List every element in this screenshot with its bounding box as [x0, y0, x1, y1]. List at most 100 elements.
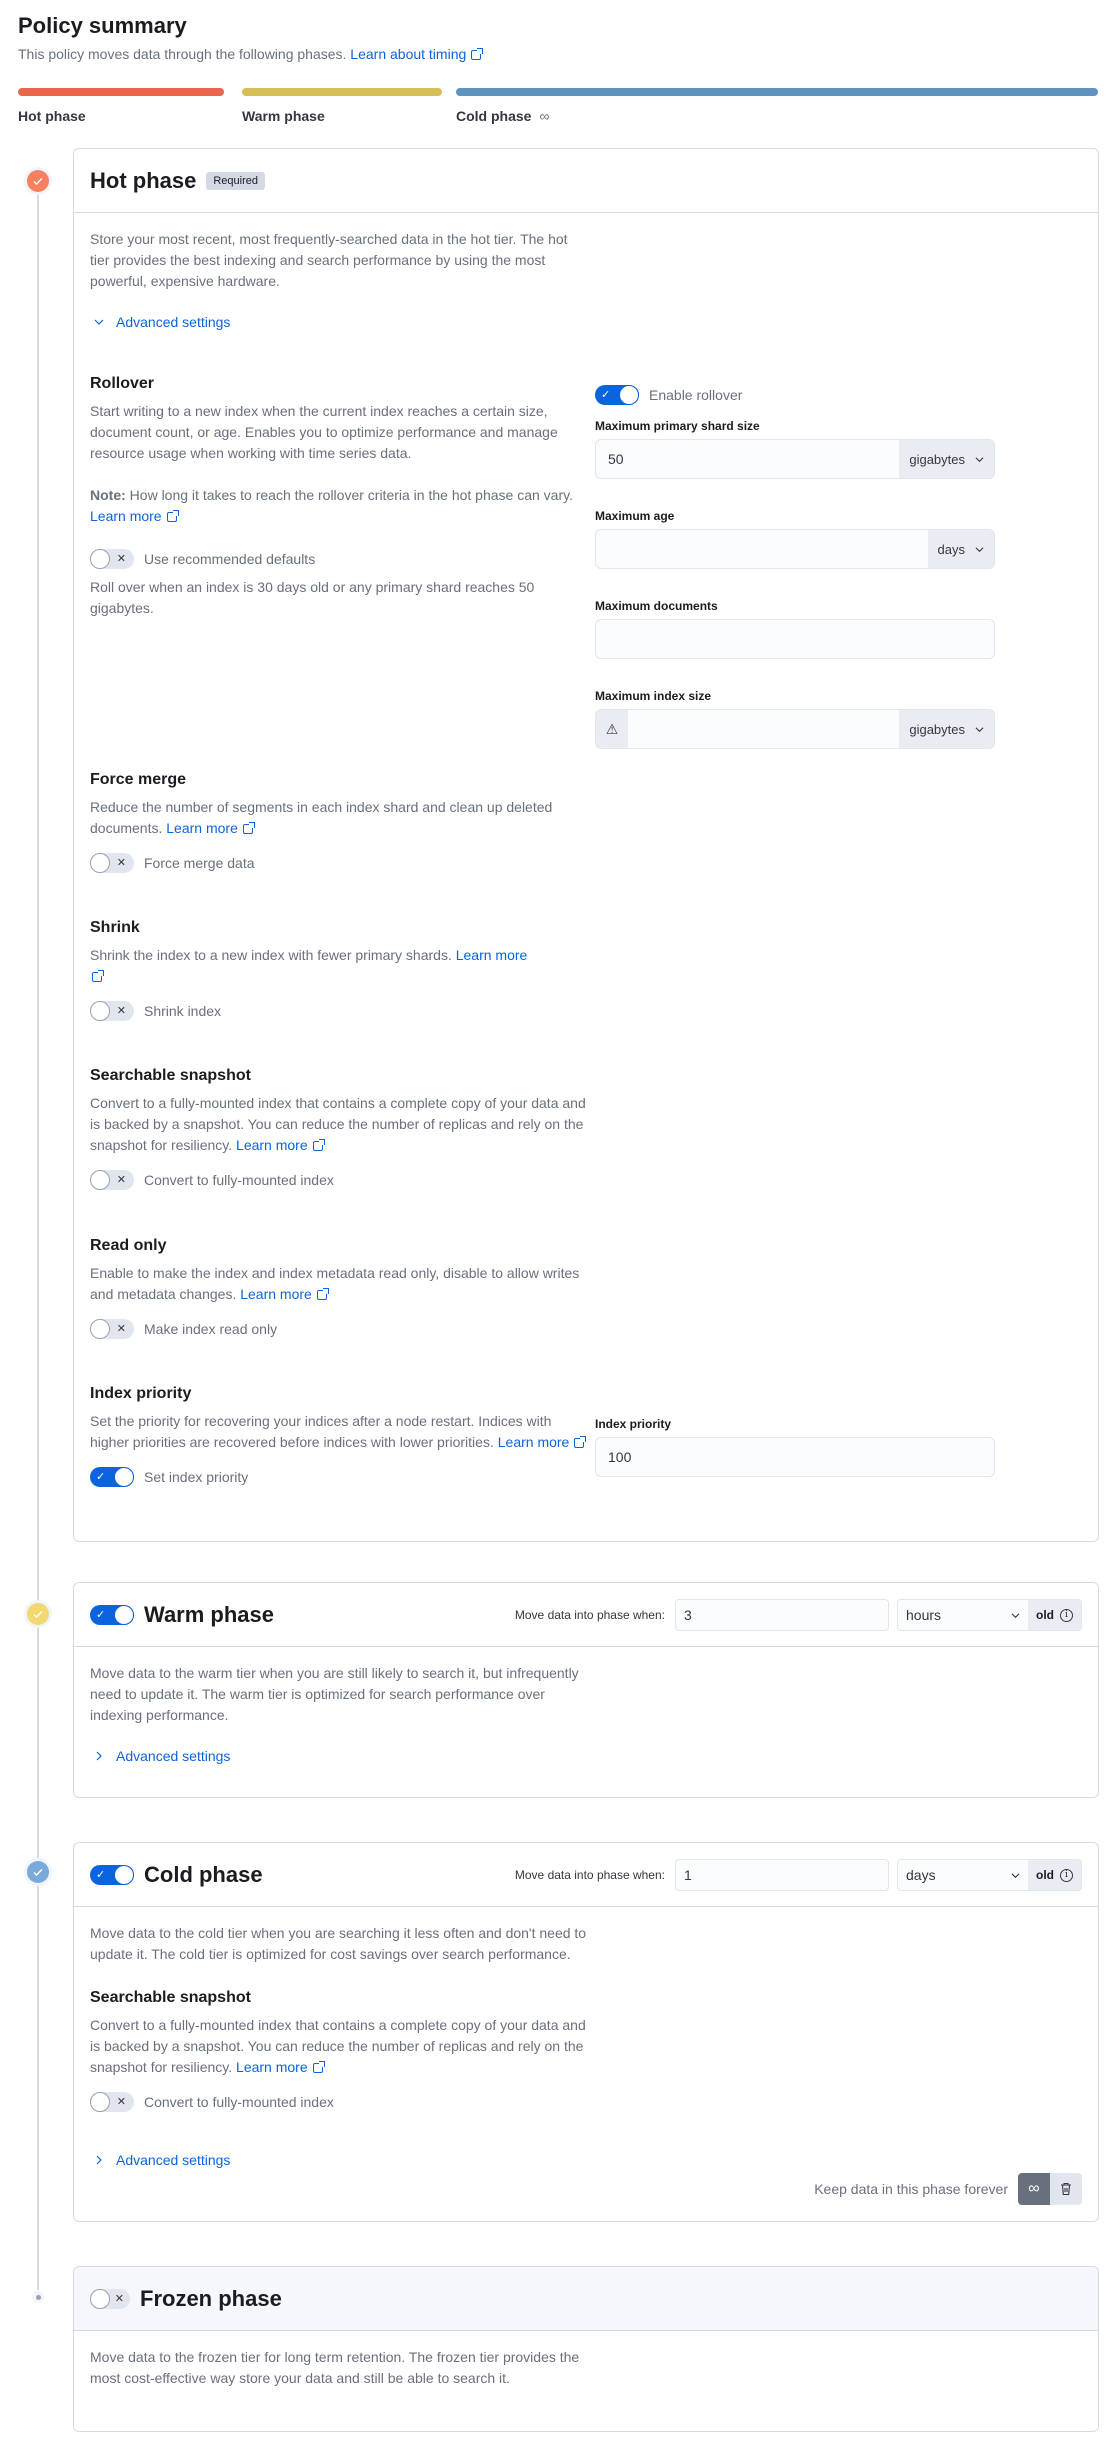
- shrink-section: Shrink Shrink the index to a new index w…: [90, 919, 590, 1021]
- max-primary-shard-size-input[interactable]: 50: [596, 440, 899, 478]
- rollover-learn-more-link[interactable]: Learn more: [90, 508, 179, 524]
- learn-about-timing-link[interactable]: Learn about timing: [350, 46, 484, 62]
- hot-phase-description: Store your most recent, most frequently-…: [90, 231, 568, 289]
- max-documents-field[interactable]: [595, 619, 995, 659]
- cross-icon: ✕: [116, 1005, 126, 1017]
- frozen-phase-title: Frozen phase: [140, 2285, 282, 2311]
- warm-phase-bar: [242, 88, 442, 96]
- chevron-right-icon: [96, 1751, 102, 1761]
- hot-phase-status-icon: [24, 167, 52, 195]
- rollover-title: Rollover: [90, 375, 155, 392]
- external-link-icon: [471, 48, 484, 60]
- cold-timing-value-input[interactable]: 1: [675, 1859, 889, 1891]
- max-index-size-field[interactable]: ⚠ gigabytes: [595, 709, 995, 749]
- force-merge-switch[interactable]: ✕ Force merge data: [90, 853, 590, 873]
- warm-phase-enable-switch[interactable]: ✓: [90, 1604, 134, 1625]
- warm-timing-unit-select[interactable]: hours: [898, 1600, 1028, 1630]
- cold-phase-bar: [456, 88, 1098, 96]
- max-primary-shard-size-unit-select[interactable]: gigabytes: [899, 440, 994, 478]
- searchable-snapshot-learn-more-link[interactable]: Learn more: [236, 1137, 325, 1153]
- check-icon: ✓: [601, 389, 611, 401]
- rollover-section: Rollover Start writing to a new index wh…: [90, 375, 590, 619]
- read-only-switch[interactable]: ✕ Make index read only: [90, 1319, 590, 1339]
- cold-searchable-snapshot-section: Searchable snapshot Convert to a fully-m…: [90, 1989, 1082, 2112]
- check-icon: ✓: [96, 1608, 106, 1621]
- cold-phase-panel: ✓ Cold phase Move data into phase when: …: [73, 1842, 1099, 2222]
- searchable-snapshot-switch[interactable]: ✕ Convert to fully-mounted index: [90, 1170, 590, 1190]
- max-age-unit-select[interactable]: days: [927, 530, 994, 568]
- max-age-field[interactable]: days: [595, 529, 995, 569]
- info-icon[interactable]: i: [1060, 1608, 1073, 1622]
- enable-rollover-switch[interactable]: ✓ Enable rollover: [595, 385, 995, 405]
- cold-phase-enable-switch[interactable]: ✓: [90, 1864, 134, 1885]
- check-icon: [33, 178, 43, 185]
- searchable-snapshot-section: Searchable snapshot Convert to a fully-m…: [90, 1067, 590, 1190]
- external-link-icon: [316, 1288, 329, 1300]
- shrink-switch[interactable]: ✕ Shrink index: [90, 1001, 590, 1021]
- summary-title: Policy summary: [18, 13, 187, 38]
- warm-phase-header: ✓ Warm phase Move data into phase when: …: [74, 1583, 1098, 1647]
- cold-phase-header: ✓ Cold phase Move data into phase when: …: [74, 1843, 1098, 1907]
- force-merge-section: Force merge Reduce the number of segment…: [90, 771, 590, 873]
- frozen-phase-header: ✕ Frozen phase: [74, 2267, 1098, 2331]
- frozen-phase-description: Move data to the frozen tier for long te…: [90, 2349, 580, 2386]
- hot-phase-title: Hot phase: [90, 167, 197, 193]
- hot-phase-bar-label: Hot phase: [18, 108, 86, 124]
- keep-forever-button[interactable]: ∞: [1018, 2173, 1050, 2205]
- cross-icon: ✕: [114, 2292, 124, 2305]
- infinity-icon: ∞: [1028, 2180, 1040, 2197]
- index-priority-switch[interactable]: ✓ Set index priority: [90, 1467, 590, 1487]
- hot-phase-bar: [18, 88, 224, 96]
- chevron-right-icon: [96, 2155, 102, 2165]
- cross-icon: ✕: [116, 2096, 126, 2108]
- index-priority-learn-more-link[interactable]: Learn more: [498, 1434, 587, 1450]
- cold-phase-title: Cold phase: [144, 1861, 263, 1887]
- force-merge-learn-more-link[interactable]: Learn more: [166, 820, 255, 836]
- index-priority-field[interactable]: 100: [595, 1437, 995, 1477]
- delete-phase-button[interactable]: [1050, 2173, 1082, 2205]
- infinity-icon: ∞: [539, 108, 550, 124]
- max-primary-shard-size-field[interactable]: 50 gigabytes: [595, 439, 995, 479]
- external-link-icon: [92, 970, 104, 982]
- frozen-phase-enable-switch[interactable]: ✕: [90, 2288, 130, 2309]
- cold-searchable-snapshot-learn-more-link[interactable]: Learn more: [236, 2059, 325, 2075]
- hot-phase-panel: Hot phase Required Store your most recen…: [73, 148, 1099, 1542]
- rollover-description: Start writing to a new index when the cu…: [90, 403, 558, 461]
- external-link-icon: [574, 1436, 587, 1448]
- max-index-size-input[interactable]: [628, 710, 899, 748]
- cross-icon: ✕: [116, 857, 126, 869]
- rollover-fields: ✓ Enable rollover Maximum primary shard …: [595, 385, 995, 749]
- warm-timing-value-input[interactable]: 3: [675, 1599, 889, 1631]
- required-badge: Required: [206, 171, 265, 190]
- frozen-phase-panel: ✕ Frozen phase Move data to the frozen t…: [73, 2266, 1099, 2432]
- chevron-down-icon: [1011, 1612, 1020, 1618]
- policy-summary: Policy summary This policy moves data th…: [18, 12, 1098, 62]
- max-index-size-unit-select[interactable]: gigabytes: [899, 710, 994, 748]
- chevron-down-icon: [975, 456, 984, 462]
- cold-timing-unit-select[interactable]: days: [898, 1860, 1028, 1890]
- warm-phase-status-icon: [24, 1600, 52, 1628]
- use-recommended-defaults-switch[interactable]: ✕ Use recommended defaults: [90, 549, 590, 569]
- cold-phase-status-icon: [24, 1858, 52, 1886]
- info-icon[interactable]: i: [1060, 1868, 1073, 1882]
- check-icon: ✓: [96, 1868, 106, 1881]
- external-link-icon: [312, 2061, 325, 2073]
- phase-bars: Hot phase Warm phase Cold phase ∞: [18, 88, 1098, 128]
- external-link-icon: [242, 822, 255, 834]
- check-icon: [33, 1869, 43, 1876]
- cross-icon: ✕: [116, 553, 126, 565]
- external-link-icon: [166, 510, 179, 522]
- warm-phase-panel: ✓ Warm phase Move data into phase when: …: [73, 1582, 1099, 1798]
- max-documents-input[interactable]: [596, 620, 994, 658]
- cross-icon: ✕: [116, 1323, 126, 1335]
- check-icon: [33, 1611, 43, 1618]
- warm-advanced-settings-toggle[interactable]: Advanced settings: [90, 1748, 1082, 1764]
- trash-icon: [1061, 2182, 1071, 2196]
- hot-advanced-settings-toggle[interactable]: Advanced settings: [90, 314, 1082, 330]
- cold-searchable-snapshot-switch[interactable]: ✕ Convert to fully-mounted index: [90, 2092, 1082, 2112]
- cold-advanced-settings-toggle[interactable]: Advanced settings: [90, 2152, 1082, 2168]
- max-age-input[interactable]: [596, 530, 928, 568]
- rollover-note: Note: How long it takes to reach the rol…: [90, 487, 573, 524]
- read-only-learn-more-link[interactable]: Learn more: [240, 1286, 329, 1302]
- index-priority-input[interactable]: 100: [596, 1438, 994, 1476]
